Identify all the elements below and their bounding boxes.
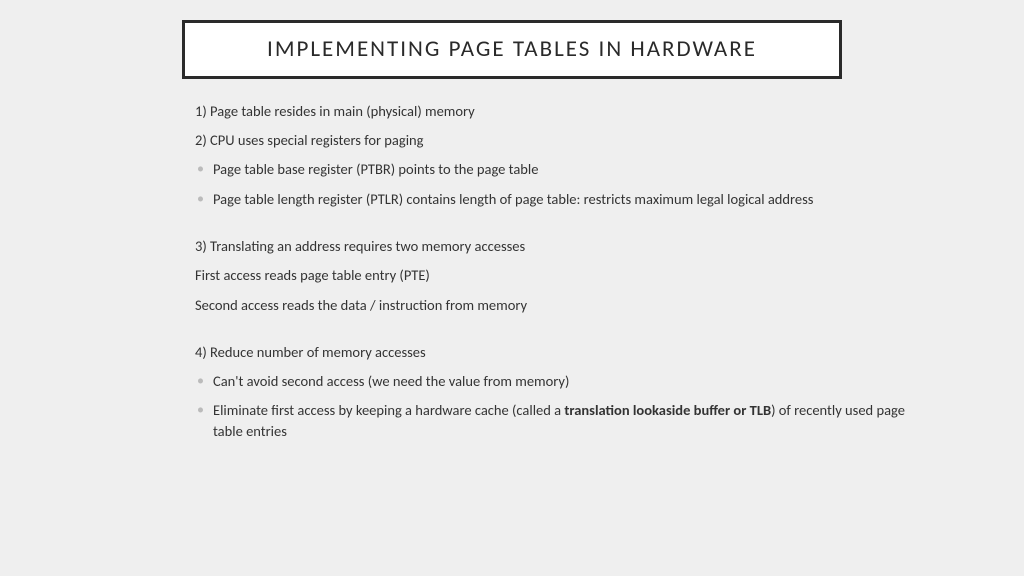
point-2: 2) CPU uses special registers for paging <box>195 130 914 150</box>
point-4: 4) Reduce number of memory accesses <box>195 342 914 362</box>
point-2-sub-b: Page table length register (PTLR) contai… <box>195 189 914 209</box>
point-3-line-b: Second access reads the data / instructi… <box>195 295 914 315</box>
point-3-line-a: First access reads page table entry (PTE… <box>195 265 914 285</box>
point-3: 3) Translating an address requires two m… <box>195 236 914 256</box>
point-2-sub-a: Page table base register (PTBR) points t… <box>195 159 914 179</box>
point-1: 1) Page table resides in main (physical)… <box>195 101 914 121</box>
point-4b-bold: translation lookaside buffer or TLB <box>564 401 771 419</box>
slide-title-box: IMPLEMENTING PAGE TABLES IN HARDWARE <box>182 20 842 79</box>
slide-title: IMPLEMENTING PAGE TABLES IN HARDWARE <box>205 35 819 64</box>
point-4-sub-a: Can't avoid second access (we need the v… <box>195 371 914 391</box>
point-4b-pre: Eliminate first access by keeping a hard… <box>213 401 564 419</box>
slide-body: 1) Page table resides in main (physical)… <box>0 79 1024 441</box>
point-4-sub-b: Eliminate first access by keeping a hard… <box>195 400 914 441</box>
